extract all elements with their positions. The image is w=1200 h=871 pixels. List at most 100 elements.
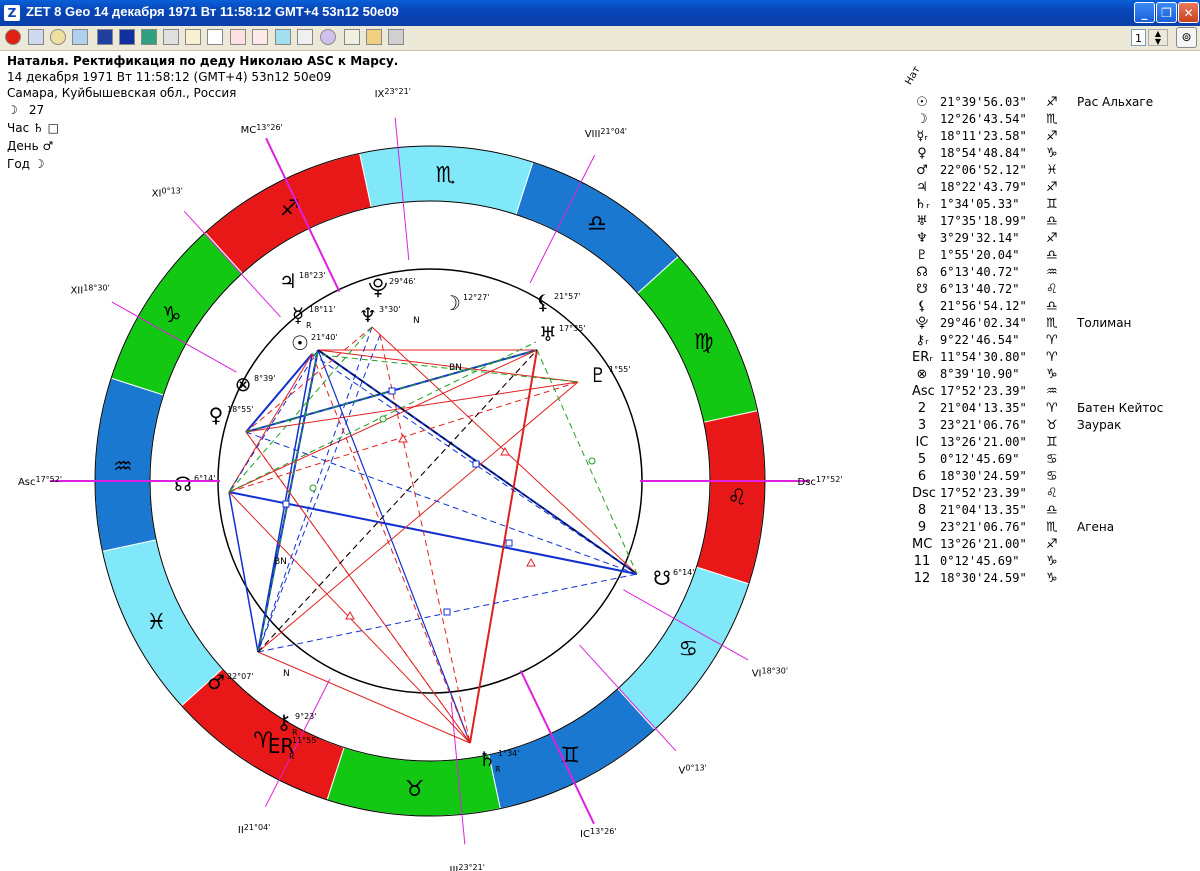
point-glyph: ♆ [916, 231, 928, 246]
point-glyph: 12 [913, 571, 931, 586]
sign-glyph: ♐ [1046, 180, 1058, 195]
point-degree: 1°55'20.04" [940, 248, 1020, 262]
point-glyph: 11 [913, 554, 931, 569]
stop-icon[interactable] [5, 29, 21, 45]
house-label: XI0°13' [152, 187, 183, 200]
table-row[interactable]: ⚷ᵣ 9°22'46.54" ♈ [910, 332, 1200, 349]
natal-chart-wheel: ♈♉♊♋♌♍♎♏♐♑♒♓Asc17°52'II21°04'III23°21'IC… [18, 87, 843, 871]
star-map-icon[interactable] [119, 29, 135, 45]
table-row[interactable]: ERᵣ 11°54'30.80" ♈ [910, 349, 1200, 366]
table-row[interactable]: ♆ 3°29'32.14" ♐ [910, 230, 1200, 247]
table-row[interactable]: 3 23°21'06.76" ♉ Заурак [910, 417, 1200, 434]
table-row[interactable]: ♇ 1°55'20.04" ♎ [910, 247, 1200, 264]
planet-glyph-icon: ☿ [292, 303, 304, 327]
planet-glyph-icon: ☉ [291, 331, 309, 355]
sign-glyph: ♉ [1046, 418, 1058, 433]
check-icon[interactable] [185, 29, 201, 45]
table-row[interactable]: ☿ᵣ 18°11'23.58" ♐ [910, 128, 1200, 145]
table-row[interactable]: ⊗ 8°39'10.90" ♑ [910, 366, 1200, 383]
table-row[interactable]: 6 18°30'24.59" ♋ [910, 468, 1200, 485]
table-row[interactable]: ♂ 22°06'52.12" ♓ [910, 162, 1200, 179]
planet-glyph-icon: ♇ [589, 363, 607, 387]
fixed-star: Батен Кейтос [1077, 401, 1164, 415]
table-row[interactable]: Dsc 17°52'23.39" ♌ [910, 485, 1200, 502]
table-row[interactable]: ♄ᵣ 1°34'05.33" ♊ [910, 196, 1200, 213]
sextile-marker [379, 415, 387, 423]
maximize-button[interactable]: ❐ [1156, 2, 1177, 23]
table-row[interactable]: IC 13°26'21.00" ♊ [910, 434, 1200, 451]
point-degree: 13°26'21.00" [940, 537, 1027, 551]
point-glyph: 5 [917, 452, 927, 467]
table-row[interactable]: ♀ 18°54'48.84" ♑ [910, 145, 1200, 162]
list-red-icon[interactable] [230, 29, 246, 45]
tools-icon[interactable] [344, 29, 360, 45]
chart-wheel-icon[interactable] [97, 29, 113, 45]
settings-icon[interactable]: ⊚ [1176, 27, 1197, 48]
copy-icon[interactable] [163, 29, 179, 45]
target-icon[interactable] [320, 29, 336, 45]
close-button[interactable]: ✕ [1178, 2, 1199, 23]
point-degree: 18°11'23.58" [940, 129, 1027, 143]
fixed-star: Агена [1077, 520, 1115, 534]
compass-icon[interactable] [50, 29, 66, 45]
node-marker: BN [449, 363, 462, 373]
point-degree: 17°52'23.39" [940, 384, 1027, 398]
aspects-grid-icon[interactable] [141, 29, 157, 45]
table-row[interactable]: ☊ 6°13'40.72" ♒ [910, 264, 1200, 281]
planet-glyph-icon: ☋ [653, 566, 671, 590]
zodiac-sign-icon: ♎ [587, 212, 607, 237]
table-row[interactable]: 8 21°04'13.35" ♎ [910, 502, 1200, 519]
table-row[interactable]: 9 23°21'06.76" ♏ Агена [910, 519, 1200, 536]
page-number-field[interactable]: 1 [1131, 29, 1146, 46]
table-row[interactable]: Asc 17°52'23.39" ♒ [910, 383, 1200, 400]
planet-glyph-icon: ♀ [209, 403, 224, 427]
sign-glyph: ♓ [1046, 163, 1058, 178]
house-degree: 13°26' [590, 827, 617, 836]
table-row[interactable]: ♅ 17°35'18.99" ♎ [910, 213, 1200, 230]
point-glyph: ☉ [916, 95, 928, 110]
page-spinner[interactable]: ▲ ▼ [1148, 29, 1168, 46]
table-row[interactable]: ♃ 18°22'43.79" ♐ [910, 179, 1200, 196]
zodiac-sign-icon: ♒ [113, 455, 133, 480]
point-glyph: ♄ᵣ [914, 197, 930, 212]
document-icon[interactable] [207, 29, 223, 45]
sign-glyph: ♒ [1046, 265, 1058, 280]
bars-icon[interactable] [388, 29, 404, 45]
sign-glyph: ♎ [1046, 248, 1058, 263]
planet-glyph-icon: ♅ [539, 322, 557, 346]
table-row[interactable]: 2 21°04'13.35" ♈ Батен Кейтос [910, 400, 1200, 417]
house-label: Asc17°52' [18, 475, 62, 488]
point-glyph: ⊗ [916, 367, 928, 382]
grid-red-icon[interactable] [252, 29, 268, 45]
sign-glyph: ♐ [1046, 537, 1058, 552]
table-row[interactable]: ☋ 6°13'40.72" ♌ [910, 281, 1200, 298]
point-glyph: ♂ [916, 163, 928, 178]
zodiac-sign-icon: ♊ [560, 744, 580, 769]
globe-icon[interactable] [72, 29, 88, 45]
point-degree: 6°13'40.72" [940, 265, 1020, 279]
planet-glyph-icon: ⚸ [536, 290, 551, 314]
table-row[interactable]: 11 0°12'45.69" ♑ [910, 553, 1200, 570]
table-row[interactable]: ☽ 12°26'43.54" ♏ [910, 111, 1200, 128]
point-glyph: 9 [917, 520, 927, 535]
table-row[interactable]: 5 0°12'45.69" ♋ [910, 451, 1200, 468]
planet-degree-label: 6°14' [673, 568, 694, 577]
point-degree: 18°30'24.59" [940, 469, 1027, 483]
table-row[interactable]: ☉ 21°39'56.03" ♐ Рас Альхаге [910, 94, 1200, 111]
fixed-star: Рас Альхаге [1077, 95, 1154, 109]
zodiac-sign-icon: ♑ [162, 303, 182, 328]
table-row[interactable]: MC 13°26'21.00" ♐ [910, 536, 1200, 553]
calendar-icon[interactable] [297, 29, 313, 45]
house-degree: 0°13' [161, 187, 182, 196]
table-row[interactable]: 12 18°30'24.59" ♑ [910, 570, 1200, 587]
table-row[interactable]: ⯓ 29°46'02.34" ♏ Толиман [910, 315, 1200, 332]
table-row[interactable]: ⚸ 21°56'54.12" ♎ [910, 298, 1200, 315]
sign-glyph: ♏ [1046, 520, 1058, 535]
house-degree: 21°04' [244, 823, 271, 832]
planet-degree-label: 12°27' [463, 293, 490, 302]
person-icon[interactable] [366, 29, 382, 45]
table-icon[interactable] [28, 29, 44, 45]
point-degree: 21°39'56.03" [940, 95, 1027, 109]
minimize-button[interactable]: _ [1134, 2, 1155, 23]
transit-icon[interactable] [275, 29, 291, 45]
